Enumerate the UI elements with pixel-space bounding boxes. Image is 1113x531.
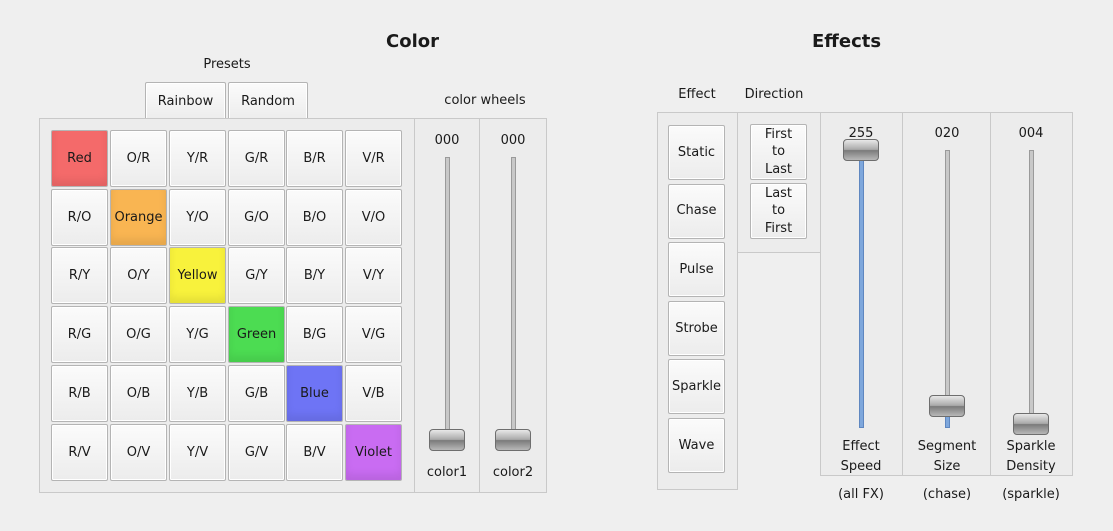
- color-cell-y-o-button[interactable]: Y/O: [169, 189, 226, 246]
- color-cell-g-r-button[interactable]: G/R: [228, 130, 285, 187]
- color-cell-b-g-button[interactable]: B/G: [286, 306, 343, 363]
- color-cell-v-g-button[interactable]: V/G: [345, 306, 402, 363]
- color-cell-red-button[interactable]: Red: [51, 130, 108, 187]
- effect-wave-button[interactable]: Wave: [668, 418, 725, 473]
- effect-speed-label-line2: Speed: [840, 459, 882, 474]
- color-cell-o-b-button[interactable]: O/B: [110, 365, 167, 422]
- effect-sparkle-button[interactable]: Sparkle: [668, 359, 725, 415]
- direction-last-to-first-button[interactable]: Last to First: [750, 183, 807, 239]
- color-cell-v-r-button[interactable]: V/R: [345, 130, 402, 187]
- preset-random-button[interactable]: Random: [228, 82, 308, 122]
- color-cell-y-r-button[interactable]: Y/R: [169, 130, 226, 187]
- color-cell-y-g-button[interactable]: Y/G: [169, 306, 226, 363]
- color-cell-g-v-button[interactable]: G/V: [228, 424, 285, 481]
- sparkle-density-slider-handle[interactable]: [1013, 412, 1049, 435]
- color-cell-r-g-button[interactable]: R/G: [51, 306, 108, 363]
- color-cell-o-r-button[interactable]: O/R: [110, 130, 167, 187]
- color-cell-g-o-button[interactable]: G/O: [228, 189, 285, 246]
- color-cell-v-b-button[interactable]: V/B: [345, 365, 402, 422]
- effect-speed-scope-label: (all FX): [838, 487, 884, 502]
- direction-column-label: Direction: [744, 87, 804, 102]
- effects-section-title: Effects: [812, 31, 882, 52]
- color-cell-r-o-button[interactable]: R/O: [51, 189, 108, 246]
- color-cell-b-o-button[interactable]: B/O: [286, 189, 343, 246]
- effect-pulse-button[interactable]: Pulse: [668, 242, 725, 298]
- effect-chase-button[interactable]: Chase: [668, 183, 725, 239]
- color-cell-g-y-button[interactable]: G/Y: [228, 247, 285, 304]
- segment-size-slider-handle[interactable]: [929, 395, 965, 418]
- color1-slider-handle[interactable]: [429, 429, 465, 451]
- effect-sliders-divider-1: [902, 112, 903, 476]
- effect-sliders-divider-2: [990, 112, 991, 476]
- color-cell-green-button[interactable]: Green: [228, 306, 285, 363]
- color-cell-b-r-button[interactable]: B/R: [286, 130, 343, 187]
- color-cell-y-v-button[interactable]: Y/V: [169, 424, 226, 481]
- sparkle-density-slider-track[interactable]: [1029, 150, 1034, 428]
- presets-label: Presets: [203, 57, 251, 72]
- color-cell-r-b-button[interactable]: R/B: [51, 365, 108, 422]
- color1-value: 000: [434, 133, 460, 148]
- color-wheels-label: color wheels: [444, 93, 526, 108]
- effect-speed-label-line1: Effect: [842, 439, 880, 454]
- effect-speed-slider-fill: [859, 150, 864, 428]
- sparkle-density-label-line2: Density: [1006, 459, 1056, 474]
- segment-size-scope-label: (chase): [922, 487, 972, 502]
- color-cell-o-y-button[interactable]: O/Y: [110, 247, 167, 304]
- sparkle-density-scope-label: (sparkle): [1002, 487, 1060, 502]
- preset-rainbow-button[interactable]: Rainbow: [145, 82, 226, 122]
- color-section-title: Color: [386, 31, 439, 52]
- color-cell-r-v-button[interactable]: R/V: [51, 424, 108, 481]
- color-cell-y-b-button[interactable]: Y/B: [169, 365, 226, 422]
- color2-slider-handle[interactable]: [495, 429, 531, 451]
- color-cell-v-y-button[interactable]: V/Y: [345, 247, 402, 304]
- segment-size-label-line1: Segment: [917, 439, 977, 454]
- color-cell-o-v-button[interactable]: O/V: [110, 424, 167, 481]
- color-cell-g-b-button[interactable]: G/B: [228, 365, 285, 422]
- color1-slider-track[interactable]: [445, 157, 450, 440]
- color-cell-o-g-button[interactable]: O/G: [110, 306, 167, 363]
- effect-strobe-button[interactable]: Strobe: [668, 300, 725, 356]
- color-cell-b-v-button[interactable]: B/V: [286, 424, 343, 481]
- segment-size-value: 020: [934, 126, 960, 141]
- color2-slider-track[interactable]: [511, 157, 516, 440]
- segment-size-label-line2: Size: [933, 459, 961, 474]
- color-cell-blue-button[interactable]: Blue: [286, 365, 343, 422]
- color-cell-violet-button[interactable]: Violet: [345, 424, 402, 481]
- segment-size-slider-track[interactable]: [945, 150, 950, 428]
- color-cell-orange-button[interactable]: Orange: [110, 189, 167, 246]
- color2-value: 000: [500, 133, 526, 148]
- effect-column-label: Effect: [678, 87, 716, 102]
- color-cell-r-y-button[interactable]: R/Y: [51, 247, 108, 304]
- color-cell-yellow-button[interactable]: Yellow: [169, 247, 226, 304]
- effect-static-button[interactable]: Static: [668, 125, 725, 180]
- effect-speed-slider-handle[interactable]: [843, 139, 879, 161]
- direction-first-to-last-button[interactable]: First to Last: [750, 124, 807, 180]
- sparkle-density-value: 004: [1018, 126, 1044, 141]
- color-cell-b-y-button[interactable]: B/Y: [286, 247, 343, 304]
- sparkle-density-label-line1: Sparkle: [1006, 439, 1056, 454]
- color-cell-v-o-button[interactable]: V/O: [345, 189, 402, 246]
- color-wheels-divider: [479, 118, 480, 493]
- color2-slider-label: color2: [492, 465, 534, 480]
